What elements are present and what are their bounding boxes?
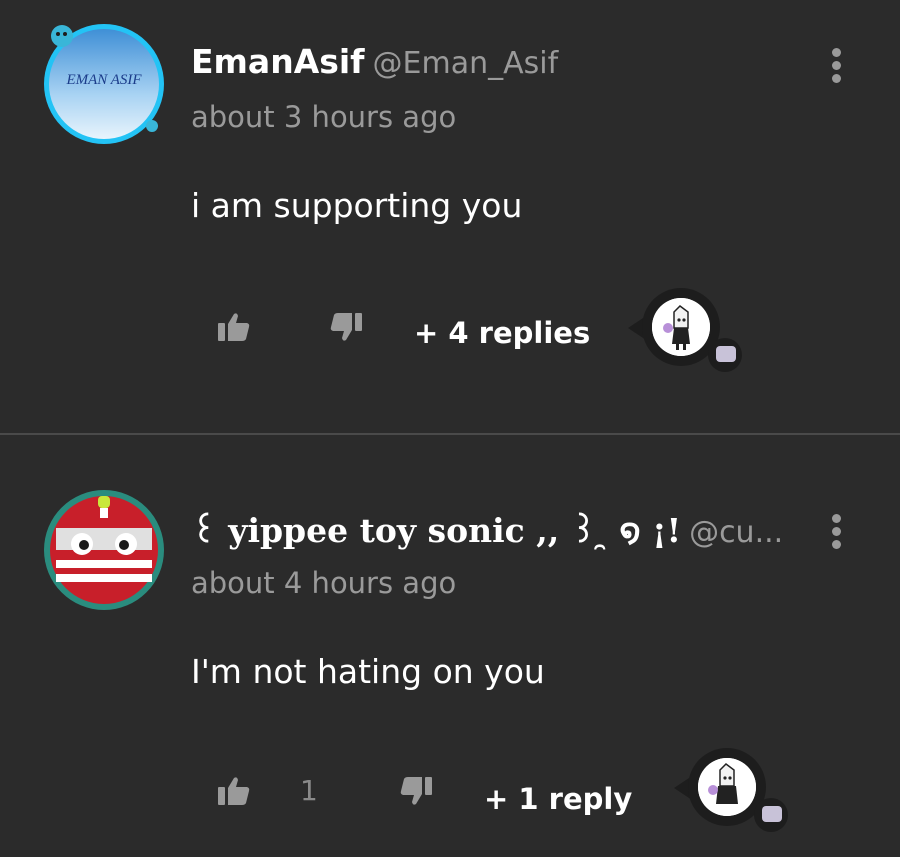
- dislike-button[interactable]: [400, 776, 432, 806]
- chat-bubble-icon: [762, 806, 782, 822]
- comment-divider: [0, 433, 900, 435]
- username[interactable]: EmanAsif: [191, 42, 365, 81]
- view-replies-link[interactable]: + 4 replies: [414, 316, 590, 350]
- like-button[interactable]: [218, 312, 250, 342]
- comment-item: ꒰ yippee toy sonic ,, ꒱ ̯ ໑ ¡! @cu... abo…: [0, 436, 900, 857]
- comment-timestamp: about 3 hours ago: [191, 100, 457, 134]
- avatar-text: EMAN ASIF: [66, 72, 142, 88]
- replier-avatar: [698, 758, 756, 816]
- comment-text: I'm not hating on you: [191, 652, 545, 691]
- like-button[interactable]: [218, 776, 250, 806]
- comment-header: EmanAsif @Eman_Asif: [191, 42, 558, 81]
- avatar-image: [44, 490, 164, 610]
- replier-avatar: [652, 298, 710, 356]
- thumbs-down-icon: [330, 313, 362, 341]
- username[interactable]: ꒰ yippee toy sonic ,, ꒱ ̯ ໑ ¡!: [191, 511, 681, 550]
- more-vertical-icon: [831, 48, 841, 57]
- user-avatar[interactable]: EMAN ASIF: [42, 22, 166, 146]
- comment-text: i am supporting you: [191, 186, 523, 225]
- thumbs-up-icon: [218, 313, 250, 341]
- like-count: 1: [300, 774, 318, 807]
- chat-bubble-icon: [716, 346, 736, 362]
- user-handle[interactable]: @Eman_Asif: [373, 46, 559, 81]
- more-options-button[interactable]: [826, 48, 846, 88]
- more-vertical-icon: [831, 514, 841, 523]
- user-handle[interactable]: @cu...: [689, 515, 783, 550]
- comment-header: ꒰ yippee toy sonic ,, ꒱ ̯ ໑ ¡! @cu...: [191, 508, 783, 551]
- thumbs-up-icon: [218, 777, 250, 805]
- comments-page: EMAN ASIF EmanAsif @Eman_Asif about 3 hou…: [0, 0, 900, 857]
- comment-item: EMAN ASIF EmanAsif @Eman_Asif about 3 hou…: [0, 0, 900, 434]
- reply-avatar-bubble[interactable]: [622, 288, 752, 378]
- comment-timestamp: about 4 hours ago: [191, 566, 457, 600]
- reply-avatar-bubble[interactable]: [668, 748, 798, 838]
- dislike-button[interactable]: [330, 312, 362, 342]
- thumbs-down-icon: [400, 777, 432, 805]
- more-options-button[interactable]: [826, 514, 846, 554]
- view-replies-link[interactable]: + 1 reply: [484, 782, 632, 816]
- user-avatar[interactable]: [42, 488, 166, 612]
